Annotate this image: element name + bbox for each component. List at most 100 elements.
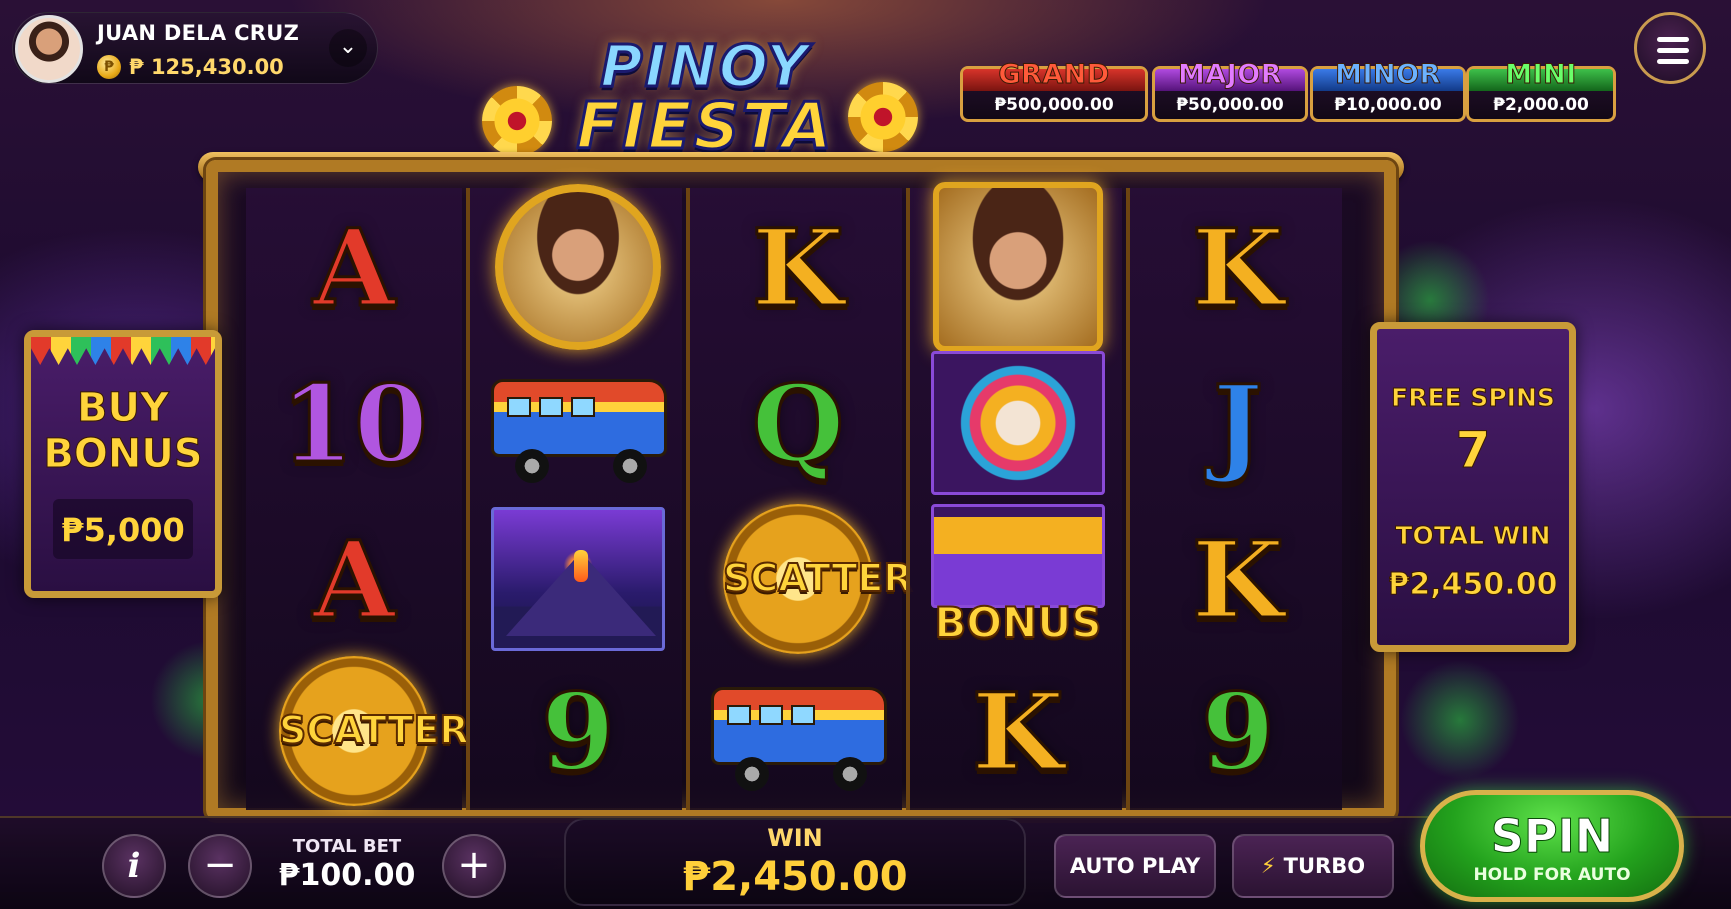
plus-icon: + [457, 842, 491, 888]
reel-area: A 10 A SCATTER 9 K Q SCATTER BONUS K K J… [206, 160, 1396, 820]
scatter-label: SCATTER [722, 555, 914, 601]
jackpot-label: MINI [1505, 59, 1577, 91]
increase-bet-button[interactable]: + [442, 834, 506, 898]
reel-symbol: K [910, 654, 1126, 808]
jeepney-window [759, 705, 783, 725]
game-logo: PINOY FIESTA [440, 28, 970, 168]
reel-5: K J K 9 [1126, 188, 1342, 810]
symbol-k: K [970, 667, 1065, 795]
reel-3: K Q SCATTER [686, 188, 914, 810]
jackpot-major: MAJOR ₱50,000.00 [1152, 59, 1308, 122]
hamburger-line [1657, 59, 1689, 64]
reel-symbol: K [1130, 190, 1346, 344]
coin-icon: ₱ [97, 55, 121, 79]
reel-2: 9 [466, 184, 682, 810]
player-expand-button[interactable]: ⌄ [329, 29, 367, 67]
turbo-label: TURBO [1283, 854, 1366, 878]
buy-bonus-button[interactable]: BUY BONUS ₱5,000 [24, 330, 222, 598]
jackpot-value: ₱500,000.00 [994, 95, 1114, 115]
buy-bonus-price: ₱5,000 [61, 511, 185, 549]
nipa-hut-image [931, 504, 1105, 608]
jackpot-label: GRAND [998, 59, 1110, 91]
jeepney-wheel [613, 449, 647, 483]
jackpot-label: MAJOR [1177, 59, 1283, 91]
reel-symbol: K [1130, 502, 1346, 656]
total-bet-value: ₱100.00 [278, 858, 416, 893]
symbol-q: Q [750, 359, 845, 487]
bunting-decoration [31, 337, 215, 365]
turbo-button[interactable]: ⚡ TURBO [1232, 834, 1394, 898]
reel-symbol [470, 502, 686, 656]
reel-symbol: A [246, 190, 462, 344]
reel-symbol [470, 346, 686, 500]
jeepney-window [727, 705, 751, 725]
total-win-label: TOTAL WIN [1395, 521, 1551, 551]
hamburger-menu-icon [1657, 37, 1689, 42]
symbol-9: 9 [540, 667, 617, 795]
jeepney-wheel [735, 757, 769, 791]
player-avatar [15, 15, 83, 83]
decrease-bet-button[interactable]: − [188, 834, 252, 898]
symbol-k: K [1190, 515, 1285, 643]
filipina-portrait-symbol [933, 182, 1103, 352]
minus-icon: − [203, 842, 237, 888]
jeepney-body [711, 687, 887, 765]
symbol-a: A [311, 515, 396, 643]
balance-currency: ₱ [129, 55, 144, 79]
reel-symbol [910, 182, 1126, 352]
player-balance: ₱ 125,430.00 [129, 55, 284, 79]
reel-symbol: K [690, 190, 906, 344]
player-card: JUAN DELA CRUZ ₱ ₱ 125,430.00 ⌄ [12, 12, 378, 84]
spin-label: SPIN [1490, 809, 1614, 864]
free-spins-panel: FREE SPINS 7 TOTAL WIN ₱2,450.00 [1370, 322, 1576, 652]
buy-bonus-line-2: BONUS [43, 431, 203, 478]
jackpot-value: ₱50,000.00 [1176, 95, 1284, 115]
scatter-label: SCATTER [278, 707, 470, 753]
reel-symbol: J [1130, 346, 1346, 500]
jackpot-label: MINOR [1335, 59, 1441, 91]
player-name: JUAN DELA CRUZ [97, 21, 300, 45]
jackpot-minor: MINOR ₱10,000.00 [1310, 59, 1466, 122]
buy-bonus-title: BUY BONUS [31, 385, 215, 478]
jeepney-window [791, 705, 815, 725]
auto-play-button[interactable]: AUTO PLAY [1054, 834, 1216, 898]
jackpot-mini: MINI ₱2,000.00 [1466, 59, 1616, 122]
symbol-j: J [1211, 359, 1264, 487]
jeepney-body [491, 379, 667, 457]
reel-symbol: SCATTER [690, 502, 914, 656]
jeepney-symbol [485, 361, 671, 485]
reel-4: BONUS K [906, 182, 1122, 810]
reel-symbol [470, 184, 686, 350]
info-button[interactable]: i [102, 834, 166, 898]
volcano-lava [574, 550, 588, 582]
symbol-9: 9 [1200, 667, 1277, 795]
reel-symbol: A [246, 502, 462, 656]
hamburger-line [1657, 48, 1689, 53]
reel-1: A 10 A SCATTER [246, 188, 470, 810]
total-bet-label: TOTAL BET [292, 836, 402, 857]
auto-play-label: AUTO PLAY [1069, 854, 1201, 878]
reel-symbol: 9 [470, 654, 686, 808]
jeepney-wheel [515, 449, 549, 483]
filipina-portrait-symbol [495, 184, 661, 350]
menu-button[interactable] [1634, 12, 1706, 84]
symbol-k: K [750, 203, 845, 331]
spin-sublabel: HOLD FOR AUTO [1473, 865, 1631, 885]
win-value: ₱2,450.00 [682, 854, 908, 900]
reel-symbol: SCATTER [246, 654, 470, 808]
reel-symbol: 9 [1130, 654, 1346, 808]
foliage-decoration [1400, 660, 1520, 780]
reel-symbol [910, 346, 1126, 500]
reel-symbol [690, 654, 906, 808]
spin-button[interactable]: SPIN HOLD FOR AUTO [1420, 790, 1684, 902]
lightning-bolt-icon: ⚡ [1260, 854, 1276, 878]
symbol-k: K [1190, 203, 1285, 331]
free-spins-label: FREE SPINS [1391, 383, 1556, 413]
volcano-symbol [491, 507, 665, 651]
total-win-value: ₱2,450.00 [1388, 567, 1558, 603]
free-spins-count: 7 [1455, 421, 1491, 480]
reel-symbol: Q [690, 346, 906, 500]
jeepney-window [507, 397, 531, 417]
jeepney-symbol [705, 669, 891, 793]
symbol-a: A [311, 203, 396, 331]
